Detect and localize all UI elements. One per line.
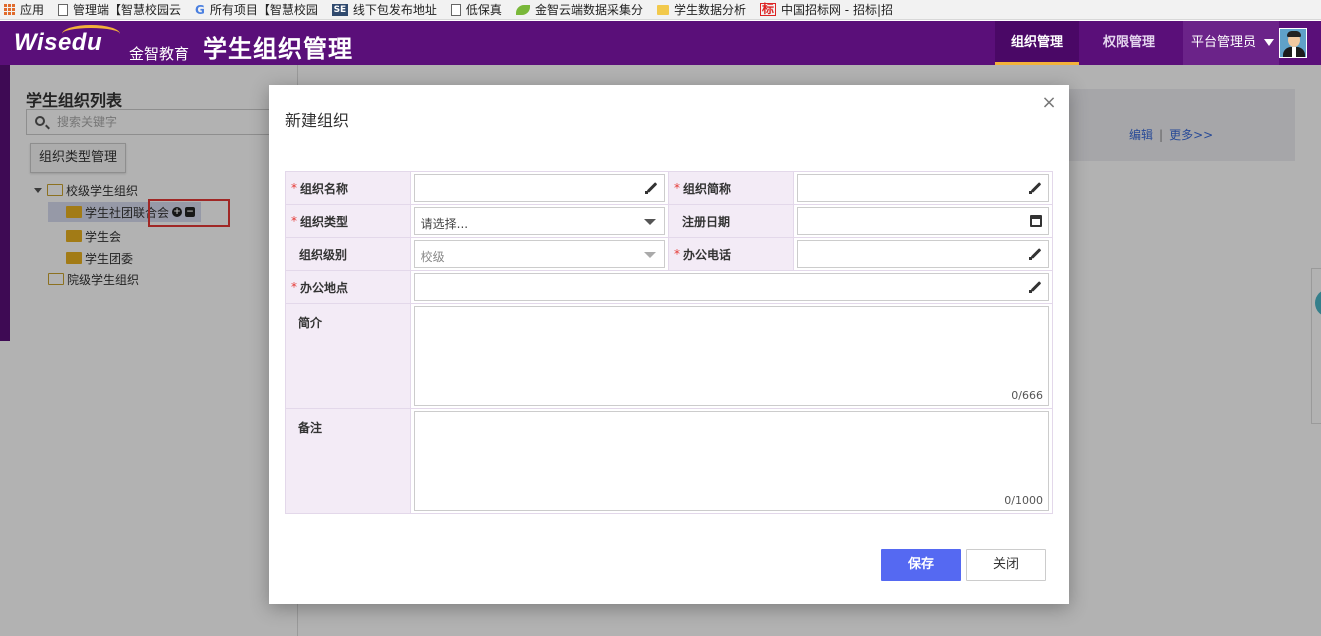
biao-icon: 标: [759, 2, 776, 16]
char-counter: 0/1000: [1004, 494, 1043, 507]
bookmark-label: 所有项目【智慧校园: [209, 3, 318, 17]
user-menu[interactable]: 平台管理员: [1183, 21, 1279, 65]
bookmark-item[interactable]: SE 线下包发布地址: [331, 1, 437, 18]
se-icon: SE: [331, 3, 348, 16]
close-button[interactable]: 关闭: [966, 549, 1046, 581]
new-org-form: * 组织名称 * 组织简称 * 组织类型 请选择... 注册日期 组织级别 校级…: [285, 171, 1053, 514]
save-button[interactable]: 保存: [881, 549, 961, 581]
bookmark-item[interactable]: 学生数据分析: [656, 1, 746, 18]
reg-date-field[interactable]: [796, 207, 1049, 235]
intro-textarea[interactable]: 0/666: [414, 306, 1049, 406]
tab-org-management[interactable]: 组织管理: [995, 21, 1080, 65]
bookmark-label: 金智云端数据采集分: [534, 3, 643, 17]
bookmark-item[interactable]: 金智云端数据采集分: [515, 1, 643, 18]
pencil-icon: [1028, 280, 1042, 294]
label-org-level: 组织级别: [286, 238, 411, 270]
pencil-icon: [644, 181, 658, 195]
app-header: Wisedu 金智教育 学生组织管理 组织管理 权限管理 平台管理员: [0, 21, 1321, 65]
page-icon: [58, 3, 69, 16]
org-short-name-field[interactable]: [796, 174, 1049, 202]
folder-icon: [656, 4, 669, 15]
dialog-title: 新建组织: [285, 111, 350, 130]
label-org-type: * 组织类型: [286, 205, 411, 237]
page-icon: [450, 3, 461, 16]
label-office-location: * 办公地点: [286, 271, 411, 303]
close-icon[interactable]: ×: [1041, 94, 1057, 112]
bookmark-item[interactable]: 低保真: [450, 1, 502, 18]
form-row: 组织级别 校级 * 办公电话: [286, 238, 1052, 271]
label-reg-date: 注册日期: [669, 205, 794, 237]
form-row: * 组织类型 请选择... 注册日期: [286, 205, 1052, 238]
org-level-select[interactable]: 校级: [413, 240, 665, 268]
label-org-name: * 组织名称: [286, 172, 411, 204]
label-org-short-name: * 组织简称: [669, 172, 794, 204]
calendar-icon: [1029, 215, 1042, 227]
user-role: 平台管理员: [1191, 35, 1257, 50]
bookmark-label: 管理端【智慧校园云: [73, 3, 182, 17]
apps-icon: [4, 4, 15, 15]
remark-textarea[interactable]: 0/1000: [414, 411, 1049, 511]
dropdown-arrow-icon: [644, 219, 656, 225]
avatar[interactable]: [1279, 28, 1307, 58]
bookmark-label: 应用: [20, 3, 45, 17]
label-remark: 备注: [286, 409, 411, 513]
bookmark-label: 线下包发布地址: [352, 3, 437, 17]
bookmark-label: 学生数据分析: [673, 3, 746, 17]
office-phone-field[interactable]: [796, 240, 1049, 268]
bookmarks-bar: 应用 管理端【智慧校园云 G 所有项目【智慧校园 SE 线下包发布地址 低保真 …: [0, 0, 1321, 20]
office-location-field[interactable]: [414, 273, 1049, 301]
tab-permission-management[interactable]: 权限管理: [1087, 21, 1171, 65]
org-name-field[interactable]: [413, 174, 665, 202]
form-row: * 办公地点: [286, 271, 1052, 304]
pencil-icon: [1028, 247, 1042, 261]
bookmark-item[interactable]: G 所有项目【智慧校园: [195, 1, 318, 18]
caret-down-icon: [1264, 39, 1275, 46]
bookmark-label: 中国招标网 - 招标|招: [780, 3, 893, 17]
leaf-icon: [515, 4, 530, 15]
bookmark-apps[interactable]: 应用: [4, 1, 44, 18]
label-office-phone: * 办公电话: [669, 238, 794, 270]
form-row: 备注 0/1000: [286, 409, 1052, 513]
bookmark-item[interactable]: 标 中国招标网 - 招标|招: [759, 1, 893, 18]
new-org-dialog: 新建组织 × * 组织名称 * 组织简称 * 组织类型 请选择... 注册日期 …: [269, 85, 1069, 604]
bookmark-item[interactable]: 管理端【智慧校园云: [58, 1, 181, 18]
dropdown-arrow-icon: [644, 252, 656, 258]
logo: Wisedu: [14, 29, 103, 56]
label-intro: 简介: [286, 304, 411, 408]
app-title: 学生组织管理: [203, 35, 353, 63]
g-icon: G: [195, 3, 205, 17]
org-type-select[interactable]: 请选择...: [413, 207, 665, 235]
pencil-icon: [1028, 181, 1042, 195]
form-row: * 组织名称 * 组织简称: [286, 172, 1052, 205]
bookmark-label: 低保真: [465, 3, 502, 17]
logo-subtitle: 金智教育: [129, 45, 190, 63]
form-row: 简介 0/666: [286, 304, 1052, 409]
char-counter: 0/666: [1011, 389, 1043, 402]
